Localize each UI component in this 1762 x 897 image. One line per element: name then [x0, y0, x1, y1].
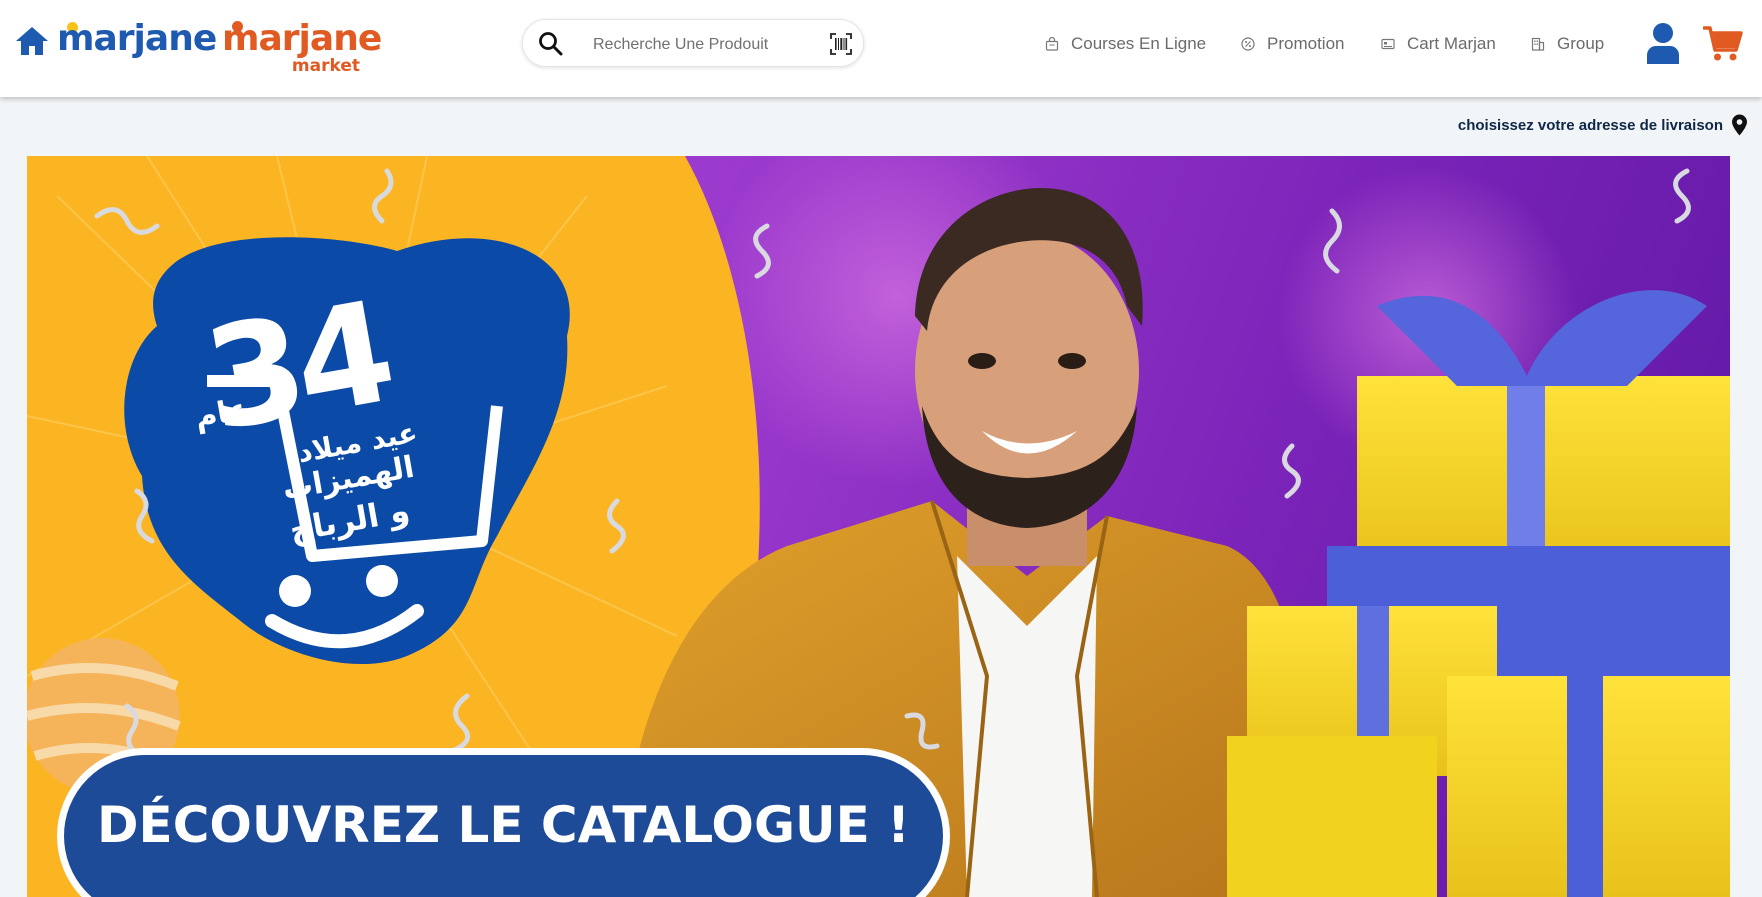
- marjane-market-logo-text: marjane: [222, 18, 382, 59]
- marjane-logo[interactable]: marjane: [57, 18, 217, 59]
- promo-banner[interactable]: 34 عام عيد ميلاد الهميزات و الرباح DÉCOU…: [27, 156, 1730, 897]
- nav-item-label: Courses En Ligne: [1071, 34, 1207, 53]
- shopping-bag-icon: [1045, 37, 1059, 51]
- nav-item-courses-en-ligne[interactable]: Courses En Ligne: [1045, 31, 1206, 57]
- marjane-market-logo-subtext: market: [291, 56, 360, 76]
- site-header: marjane marjane market Courses En Lig: [0, 0, 1762, 97]
- search-input[interactable]: [591, 32, 815, 58]
- discover-catalogue-label: DÉCOUVREZ LE CATALOGUE !: [97, 796, 910, 854]
- percent-icon: [1241, 37, 1255, 51]
- delivery-address-link[interactable]: choisissez votre adresse de livraison: [1458, 113, 1748, 137]
- delivery-address-label: choisissez votre adresse de livraison: [1457, 116, 1723, 134]
- nav-item-label: Cart Marjan: [1407, 34, 1496, 53]
- discover-catalogue-button[interactable]: DÉCOUVREZ LE CATALOGUE !: [57, 748, 950, 897]
- user-icon[interactable]: [1645, 22, 1681, 64]
- home-icon[interactable]: [15, 26, 49, 56]
- nav-item-label: Group: [1557, 34, 1605, 53]
- location-pin-icon: [1732, 114, 1747, 136]
- search-bar: [522, 19, 864, 67]
- search-icon[interactable]: [538, 31, 564, 57]
- card-icon: [1381, 38, 1395, 50]
- marjane-market-logo[interactable]: marjane market: [222, 18, 382, 76]
- nav-item-promotion[interactable]: Promotion: [1241, 31, 1344, 57]
- nav-item-label: Promotion: [1267, 34, 1345, 53]
- nav-item-group[interactable]: Group: [1531, 31, 1604, 57]
- nav-item-cart-marjan[interactable]: Cart Marjan: [1381, 31, 1496, 57]
- barcode-icon[interactable]: [830, 33, 852, 55]
- building-icon: [1531, 37, 1545, 51]
- cart-icon[interactable]: [1703, 24, 1743, 62]
